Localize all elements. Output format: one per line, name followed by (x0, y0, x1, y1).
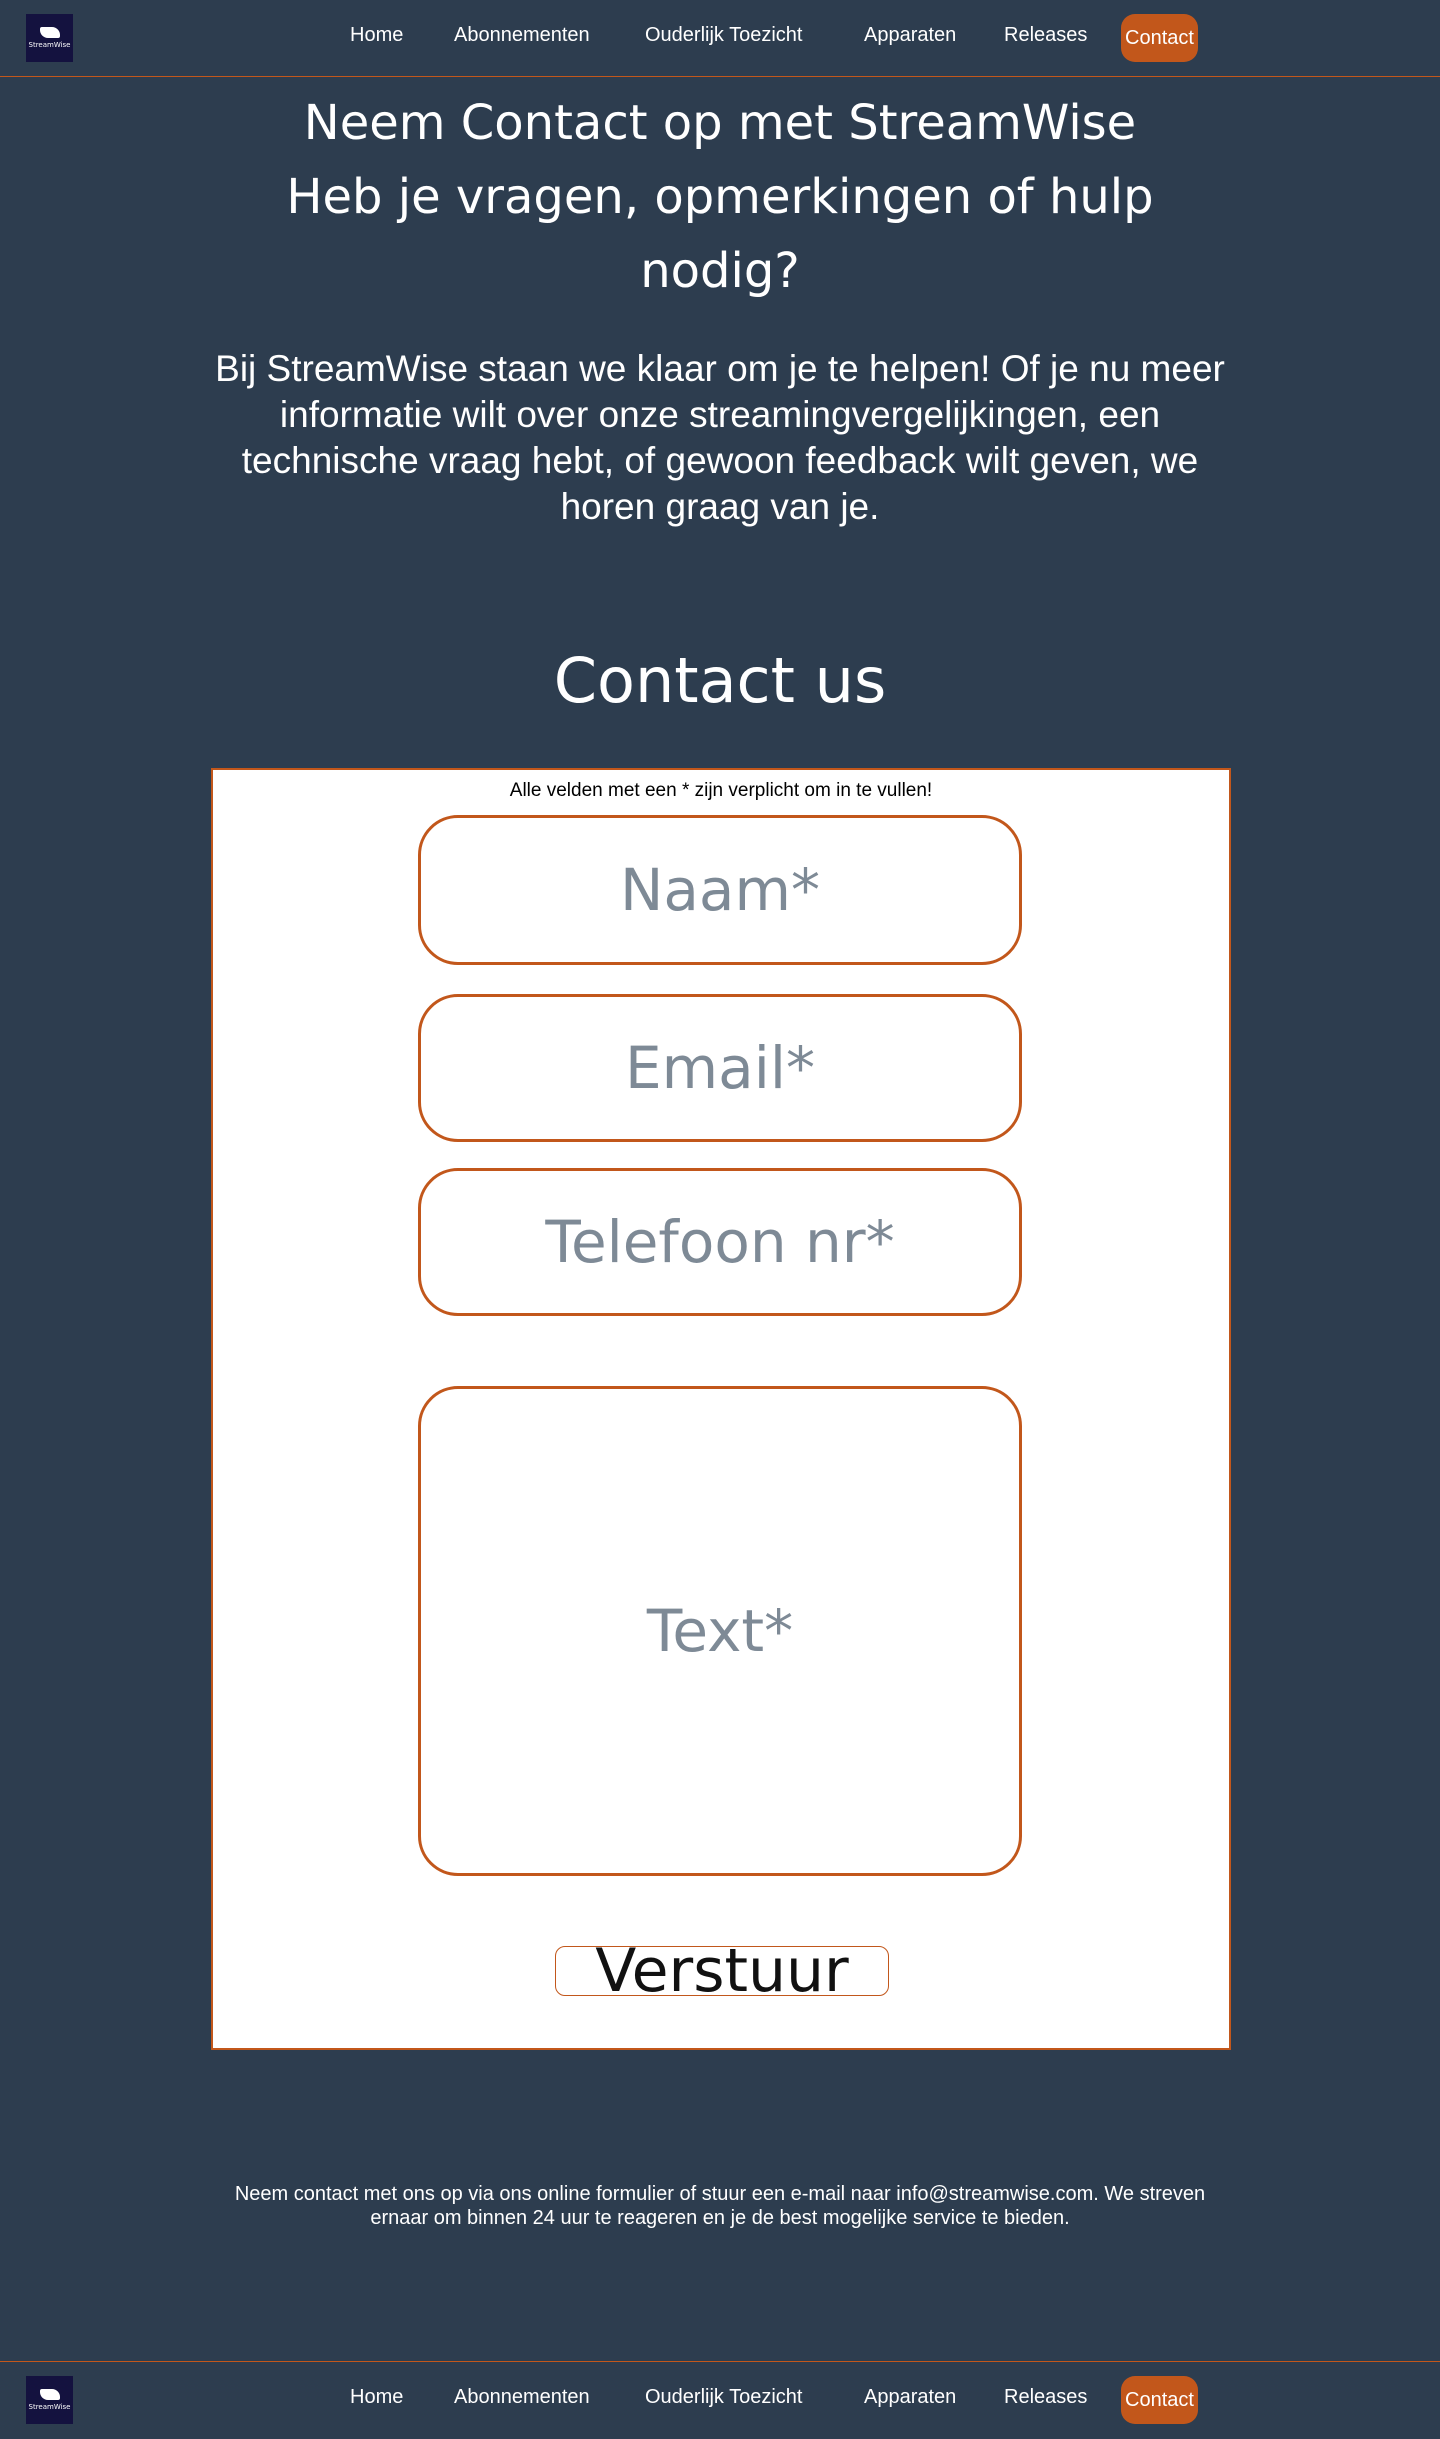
footer-nav-link-home[interactable]: Home (350, 2386, 403, 2409)
nav-link-apparaten[interactable]: Apparaten (864, 24, 956, 47)
nav-link-abonnementen[interactable]: Abonnementen (454, 24, 590, 47)
streamwise-logo-footer[interactable]: StreamWise (26, 2376, 73, 2424)
logo-mark-icon (39, 27, 60, 38)
logo-text: StreamWise (28, 2403, 71, 2411)
footer-nav-link-ouderlijk-toezicht[interactable]: Ouderlijk Toezicht (645, 2386, 802, 2409)
nav-contact-button[interactable]: Contact (1121, 14, 1198, 62)
submit-button[interactable]: Verstuur (555, 1941, 889, 2001)
footer-nav-link-apparaten[interactable]: Apparaten (864, 2386, 956, 2409)
top-navbar: StreamWise Home Abonnementen Ouderlijk T… (0, 0, 1440, 77)
nav-link-home[interactable]: Home (350, 24, 403, 47)
footer-nav-link-abonnementen[interactable]: Abonnementen (454, 2386, 590, 2409)
name-field[interactable]: Naam* (418, 815, 1022, 965)
logo-text: StreamWise (28, 41, 71, 49)
contact-form: Alle velden met een * zijn verplicht om … (211, 768, 1231, 2050)
footer-nav-contact-button[interactable]: Contact (1121, 2376, 1198, 2424)
page-subtitle-line2: nodig? (640, 243, 800, 299)
footer-contact-text: Neem contact met ons op via ons online f… (234, 2183, 1206, 2229)
page-title: Neem Contact op met StreamWise (303, 95, 1137, 151)
required-fields-note: Alle velden met een * zijn verplicht om … (509, 780, 933, 801)
email-field[interactable]: Email* (418, 994, 1022, 1142)
intro-paragraph: Bij StreamWise staan we klaar om je te h… (215, 348, 1225, 527)
nav-link-ouderlijk-toezicht[interactable]: Ouderlijk Toezicht (645, 24, 802, 47)
contact-heading: Contact us (553, 644, 887, 717)
streamwise-logo[interactable]: StreamWise (26, 14, 73, 62)
nav-link-releases[interactable]: Releases (1004, 24, 1087, 47)
message-field[interactable]: Text* (418, 1386, 1022, 1876)
bottom-navbar: StreamWise Home Abonnementen Ouderlijk T… (0, 2361, 1440, 2439)
phone-field[interactable]: Telefoon nr* (418, 1168, 1022, 1316)
page-subtitle-line1: Heb je vragen, opmerkingen of hulp (286, 169, 1154, 225)
footer-nav-link-releases[interactable]: Releases (1004, 2386, 1087, 2409)
logo-mark-icon (39, 2389, 60, 2400)
